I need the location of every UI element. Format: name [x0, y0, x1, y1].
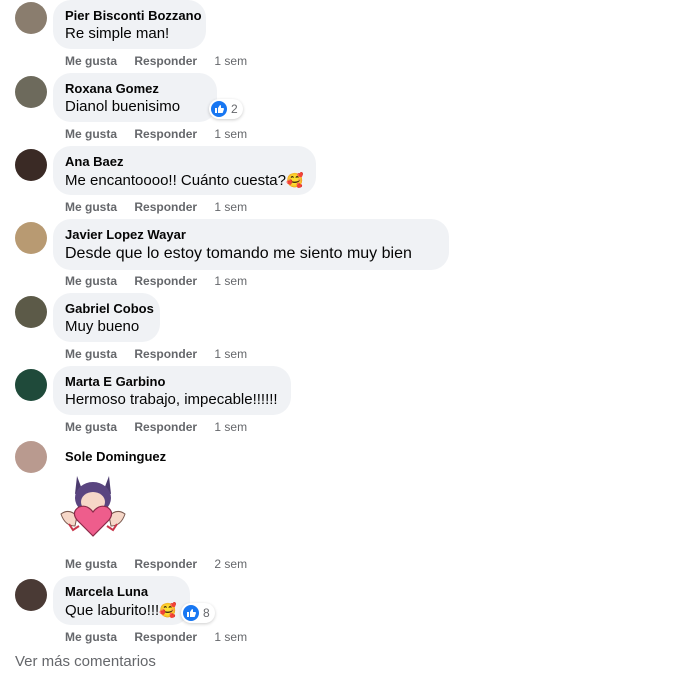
- timestamp[interactable]: 2 sem: [214, 557, 247, 571]
- comment-text: Re simple man!: [65, 25, 170, 42]
- like-button[interactable]: Me gusta: [65, 557, 117, 571]
- comment-text: Me encantoooo!! Cuánto cuesta?🥰: [65, 170, 304, 191]
- reply-button[interactable]: Responder: [134, 630, 197, 644]
- reaction-number: 2: [231, 102, 238, 116]
- timestamp[interactable]: 1 sem: [214, 630, 247, 644]
- avatar[interactable]: [15, 441, 47, 473]
- comment-text: Muy bueno: [65, 318, 140, 335]
- avatar[interactable]: [15, 369, 47, 401]
- comment-bubble: Marcela Luna Que laburito!!!🥰: [53, 576, 190, 625]
- smiling-face-hearts-icon: 🥰: [286, 172, 304, 188]
- avatar[interactable]: [15, 296, 47, 328]
- like-button[interactable]: Me gusta: [65, 630, 117, 644]
- reply-button[interactable]: Responder: [134, 200, 197, 214]
- like-reaction-icon: [211, 101, 227, 117]
- comment-author[interactable]: Roxana Gomez: [65, 80, 205, 97]
- comment-text: Que laburito!!!🥰: [65, 600, 178, 621]
- avatar[interactable]: [15, 222, 47, 254]
- reply-button[interactable]: Responder: [134, 557, 197, 571]
- comment-text: Hermoso trabajo, impecable!!!!!!: [65, 391, 278, 408]
- avatar[interactable]: [15, 2, 47, 34]
- comment-author[interactable]: Javier Lopez Wayar: [65, 226, 437, 243]
- comment-author[interactable]: Ana Baez: [65, 153, 304, 170]
- reply-button[interactable]: Responder: [134, 420, 197, 434]
- like-button[interactable]: Me gusta: [65, 420, 117, 434]
- comment-bubble: Pier Bisconti Bozzano Re simple man!: [53, 0, 206, 49]
- smiling-face-hearts-icon: 🥰: [159, 602, 177, 618]
- reaction-number: 8: [203, 606, 210, 620]
- reply-button[interactable]: Responder: [134, 127, 197, 141]
- reply-button[interactable]: Responder: [134, 274, 197, 288]
- anime-heart-sticker[interactable]: [55, 470, 131, 540]
- comment-author[interactable]: Marta E Garbino: [65, 373, 279, 390]
- reply-button[interactable]: Responder: [134, 347, 197, 361]
- like-button[interactable]: Me gusta: [65, 127, 117, 141]
- comment-actions: Me gusta Responder 2 sem: [65, 557, 261, 571]
- comment-author[interactable]: Marcela Luna: [65, 583, 178, 600]
- comment-actions: Me gusta Responder 1 sem: [65, 420, 261, 434]
- like-button[interactable]: Me gusta: [65, 200, 117, 214]
- comment-bubble: Roxana Gomez Dianol buenisimo: [53, 73, 217, 122]
- avatar[interactable]: [15, 76, 47, 108]
- reaction-count[interactable]: 2: [209, 99, 243, 119]
- comment-text-content: Que laburito!!!: [65, 602, 160, 619]
- comment-actions: Me gusta Responder 1 sem: [65, 274, 261, 288]
- comment-bubble: Gabriel Cobos Muy bueno: [53, 293, 160, 342]
- comment-author[interactable]: Sole Dominguez: [65, 448, 166, 465]
- comment-actions: Me gusta Responder 1 sem: [65, 347, 261, 361]
- comment-text: Dianol buenisimo: [65, 98, 181, 115]
- timestamp[interactable]: 1 sem: [214, 127, 247, 141]
- reply-button[interactable]: Responder: [134, 54, 197, 68]
- timestamp[interactable]: 1 sem: [214, 420, 247, 434]
- like-reaction-icon: [183, 605, 199, 621]
- avatar[interactable]: [15, 149, 47, 181]
- comment-author[interactable]: Pier Bisconti Bozzano: [65, 7, 202, 24]
- view-more-comments-link[interactable]: Ver más comentarios: [15, 653, 156, 670]
- like-button[interactable]: Me gusta: [65, 274, 117, 288]
- comment-bubble: Javier Lopez Wayar Desde que lo estoy to…: [53, 219, 449, 270]
- comment-text-content: Me encantoooo!! Cuánto cuesta?: [65, 172, 286, 189]
- comment-bubble: Ana Baez Me encantoooo!! Cuánto cuesta?🥰: [53, 146, 316, 195]
- avatar[interactable]: [15, 579, 47, 611]
- comment-actions: Me gusta Responder 1 sem: [65, 127, 261, 141]
- comment-bubble: Marta E Garbino Hermoso trabajo, impecab…: [53, 366, 291, 415]
- timestamp[interactable]: 1 sem: [214, 347, 247, 361]
- reaction-count[interactable]: 8: [181, 603, 215, 623]
- timestamp[interactable]: 1 sem: [214, 200, 247, 214]
- comment-actions: Me gusta Responder 1 sem: [65, 200, 261, 214]
- like-button[interactable]: Me gusta: [65, 54, 117, 68]
- comment-author[interactable]: Gabriel Cobos: [65, 300, 154, 317]
- comment-actions: Me gusta Responder 1 sem: [65, 630, 261, 644]
- timestamp[interactable]: 1 sem: [214, 274, 247, 288]
- like-button[interactable]: Me gusta: [65, 347, 117, 361]
- timestamp[interactable]: 1 sem: [214, 54, 247, 68]
- comment-actions: Me gusta Responder 1 sem: [65, 54, 261, 68]
- comment-text: Desde que lo estoy tomando me siento muy…: [65, 245, 412, 262]
